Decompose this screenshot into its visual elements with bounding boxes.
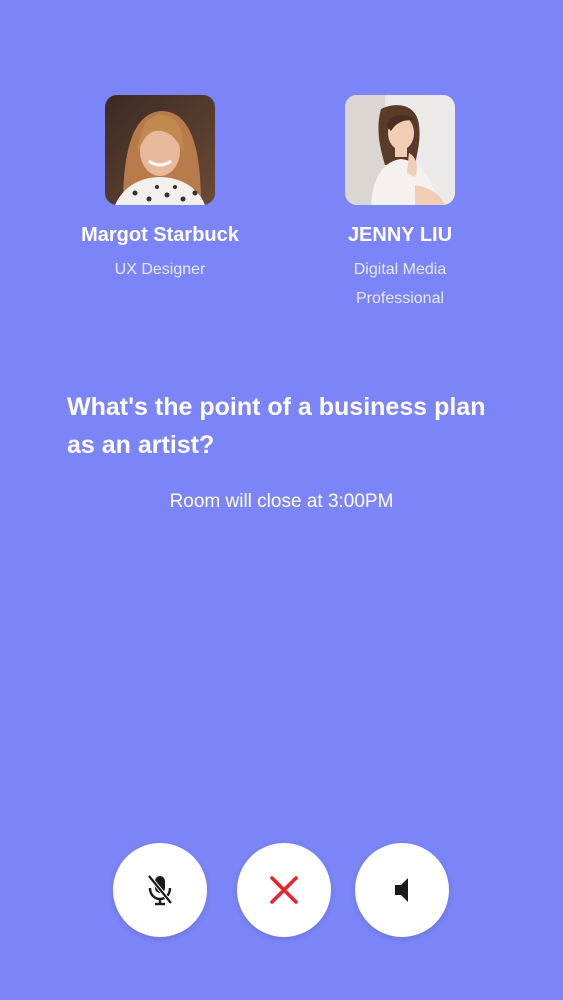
- close-icon: [270, 876, 298, 904]
- speaker-role-line2: Professional: [355, 290, 445, 307]
- speaker-icon: [395, 878, 408, 902]
- avatar[interactable]: [105, 95, 215, 205]
- mute-button[interactable]: [113, 843, 207, 937]
- speaker-card-margot[interactable]: Margot Starbuck UX Designer: [60, 95, 260, 284]
- room-question: What's the point of a business plan as a…: [67, 393, 486, 459]
- audio-room-screen: Margot Starbuck UX Designer JENNY LIU Di…: [0, 0, 563, 1000]
- room-close-text: Room will close at 3:00PM: [169, 491, 394, 512]
- speaker-name: JENNY LIU: [347, 224, 453, 246]
- call-controls: [0, 843, 563, 937]
- speaker-name: Margot Starbuck: [81, 224, 239, 246]
- speaker-role-line1: Digital Media: [353, 261, 447, 278]
- speaker-role: UX Designer: [114, 261, 206, 278]
- mic-off-icon: [147, 874, 173, 906]
- speaker-button[interactable]: [355, 843, 449, 937]
- avatar[interactable]: [345, 95, 455, 205]
- speaker-card-jenny[interactable]: JENNY LIU Digital Media Professional: [300, 95, 500, 313]
- room-close-notice: Room will close at 3:00PM: [0, 490, 563, 514]
- avatar-photo-jenny: [345, 95, 455, 205]
- end-call-button[interactable]: [237, 843, 331, 937]
- avatar-photo-margot: [105, 95, 215, 205]
